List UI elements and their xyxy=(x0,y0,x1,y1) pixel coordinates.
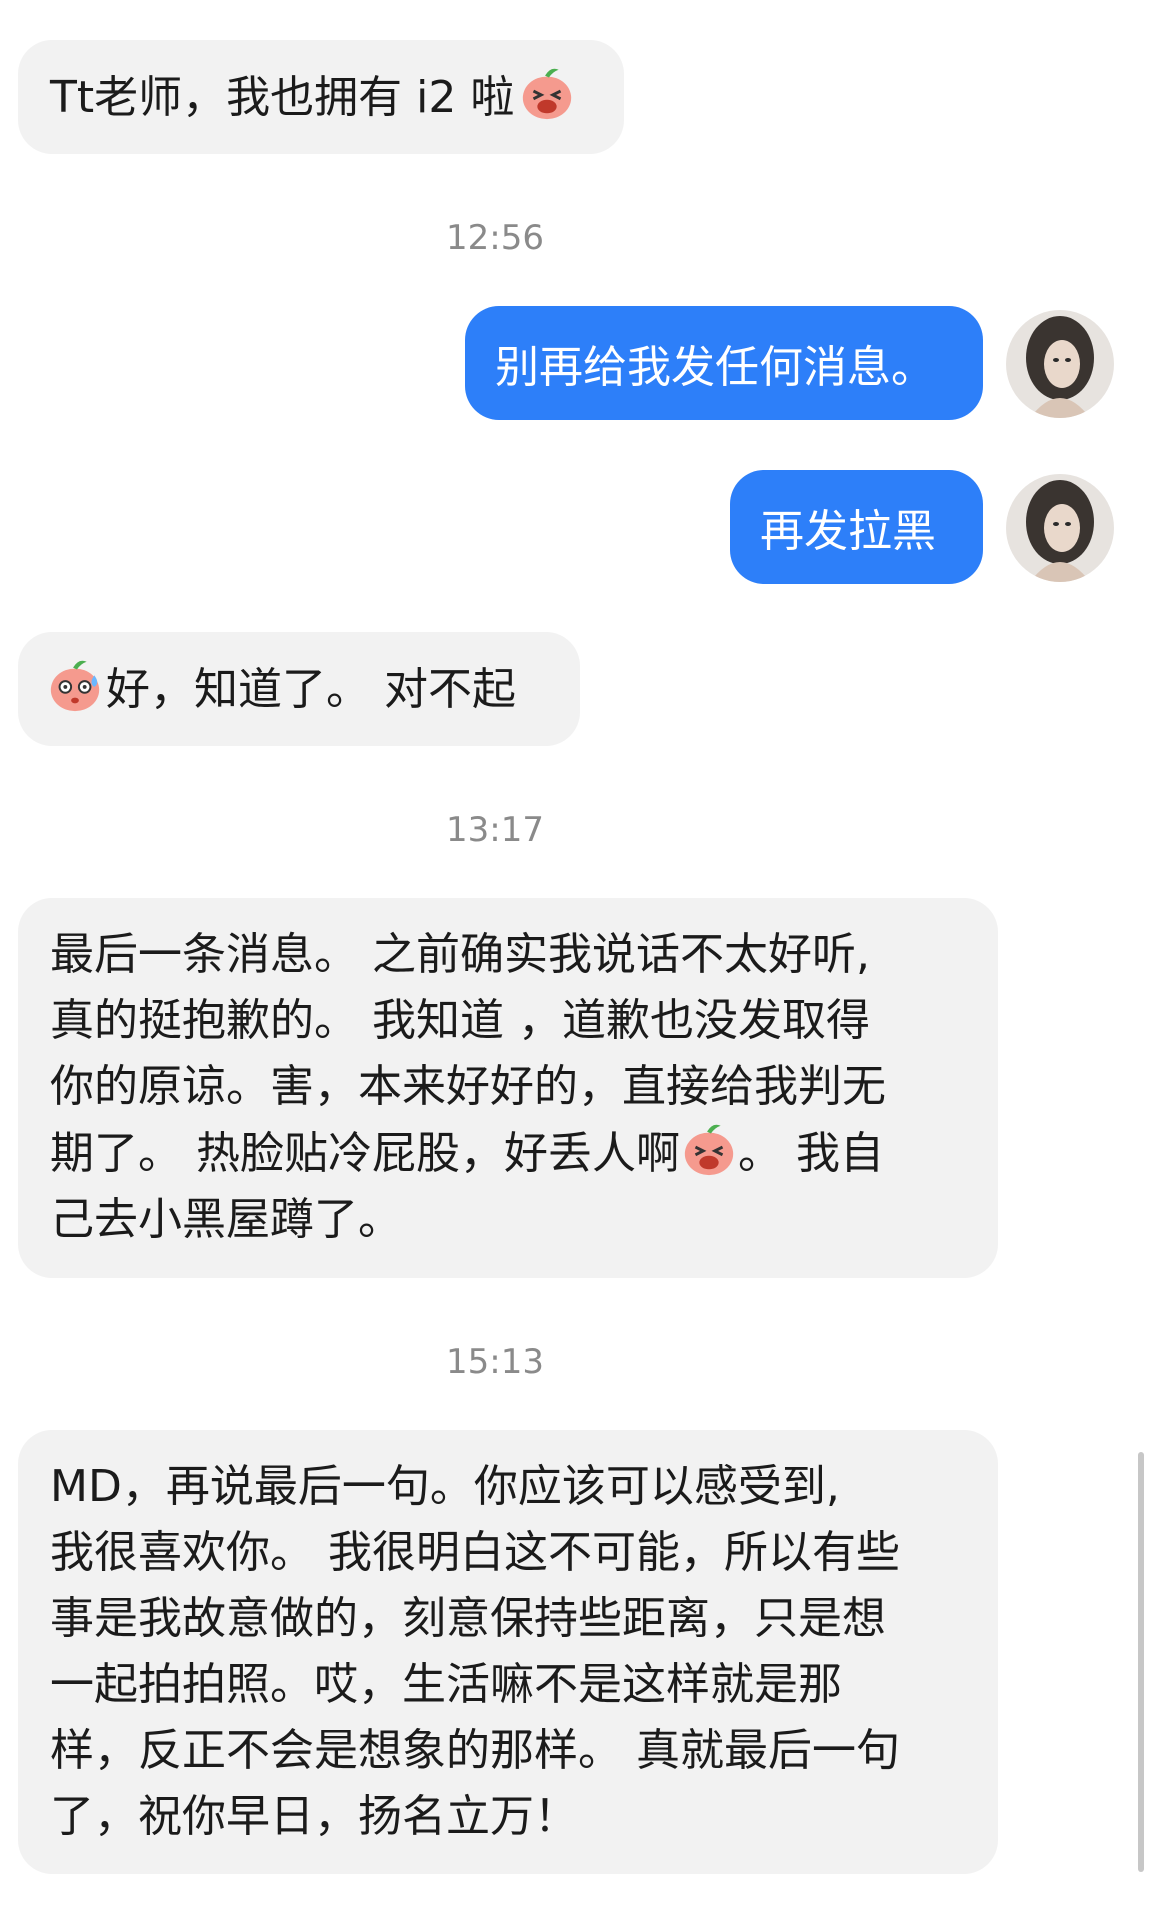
message-line: 样，反正不会是想象的那样。 真就最后一句 xyxy=(50,1725,900,1776)
message-bubble-outgoing[interactable]: 别再给我发任何消息。 xyxy=(465,306,983,420)
message-line: 最后一条消息。 之前确实我说话不太好听, xyxy=(50,929,870,980)
message-bubble-incoming[interactable]: 好，知道了。 对不起 xyxy=(18,632,580,746)
message-line: 真的挺抱歉的。 我知道 ，道歉也没发取得 xyxy=(50,995,870,1046)
timestamp: 12:56 xyxy=(446,218,544,258)
message-text: 好，知道了。 对不起 xyxy=(106,664,516,715)
message-line: 期了。 热脸贴冷屁股，好丢人啊 。 我自 xyxy=(50,1120,966,1187)
grinning-peach-emoji xyxy=(518,64,576,122)
message-bubble-incoming[interactable]: Tt老师，我也拥有 i2 啦 xyxy=(18,40,624,154)
grinning-peach-emoji xyxy=(680,1120,738,1178)
message-line: 我很喜欢你。 我很明白这不可能，所以有些 xyxy=(50,1527,900,1578)
message-line: 己去小黑屋蹲了。 xyxy=(50,1194,402,1245)
timestamp: 13:17 xyxy=(446,810,544,850)
message-line-text: 期了。 热脸贴冷屁股，好丢人啊 xyxy=(50,1128,680,1179)
message-text: 别再给我发任何消息。 xyxy=(495,342,935,393)
timestamp: 15:13 xyxy=(446,1342,544,1382)
message-line: 了，祝你早日，扬名立万！ xyxy=(50,1791,578,1842)
message-bubble-outgoing[interactable]: 再发拉黑 xyxy=(730,470,983,584)
message-text: Tt老师，我也拥有 i2 啦 xyxy=(50,72,515,123)
message-line: MD，再说最后一句。你应该可以感受到, xyxy=(50,1461,840,1512)
message-line: 事是我故意做的，刻意保持些距离，只是想 xyxy=(50,1593,886,1644)
message-bubble-incoming[interactable]: MD，再说最后一句。你应该可以感受到, 我很喜欢你。 我很明白这不可能，所以有些… xyxy=(18,1430,998,1874)
sweating-peach-emoji xyxy=(46,656,104,714)
avatar[interactable] xyxy=(1006,310,1114,418)
message-line-text: 。 我自 xyxy=(738,1128,884,1179)
message-line: 你的原谅。害，本来好好的，直接给我判无 xyxy=(50,1061,886,1112)
message-bubble-incoming[interactable]: 最后一条消息。 之前确实我说话不太好听, 真的挺抱歉的。 我知道 ，道歉也没发取… xyxy=(18,898,998,1278)
scrollbar[interactable] xyxy=(1138,1452,1144,1872)
avatar[interactable] xyxy=(1006,474,1114,582)
message-text: 再发拉黑 xyxy=(760,506,936,557)
message-line: 一起拍拍照。哎，生活嘛不是这样就是那 xyxy=(50,1659,842,1710)
